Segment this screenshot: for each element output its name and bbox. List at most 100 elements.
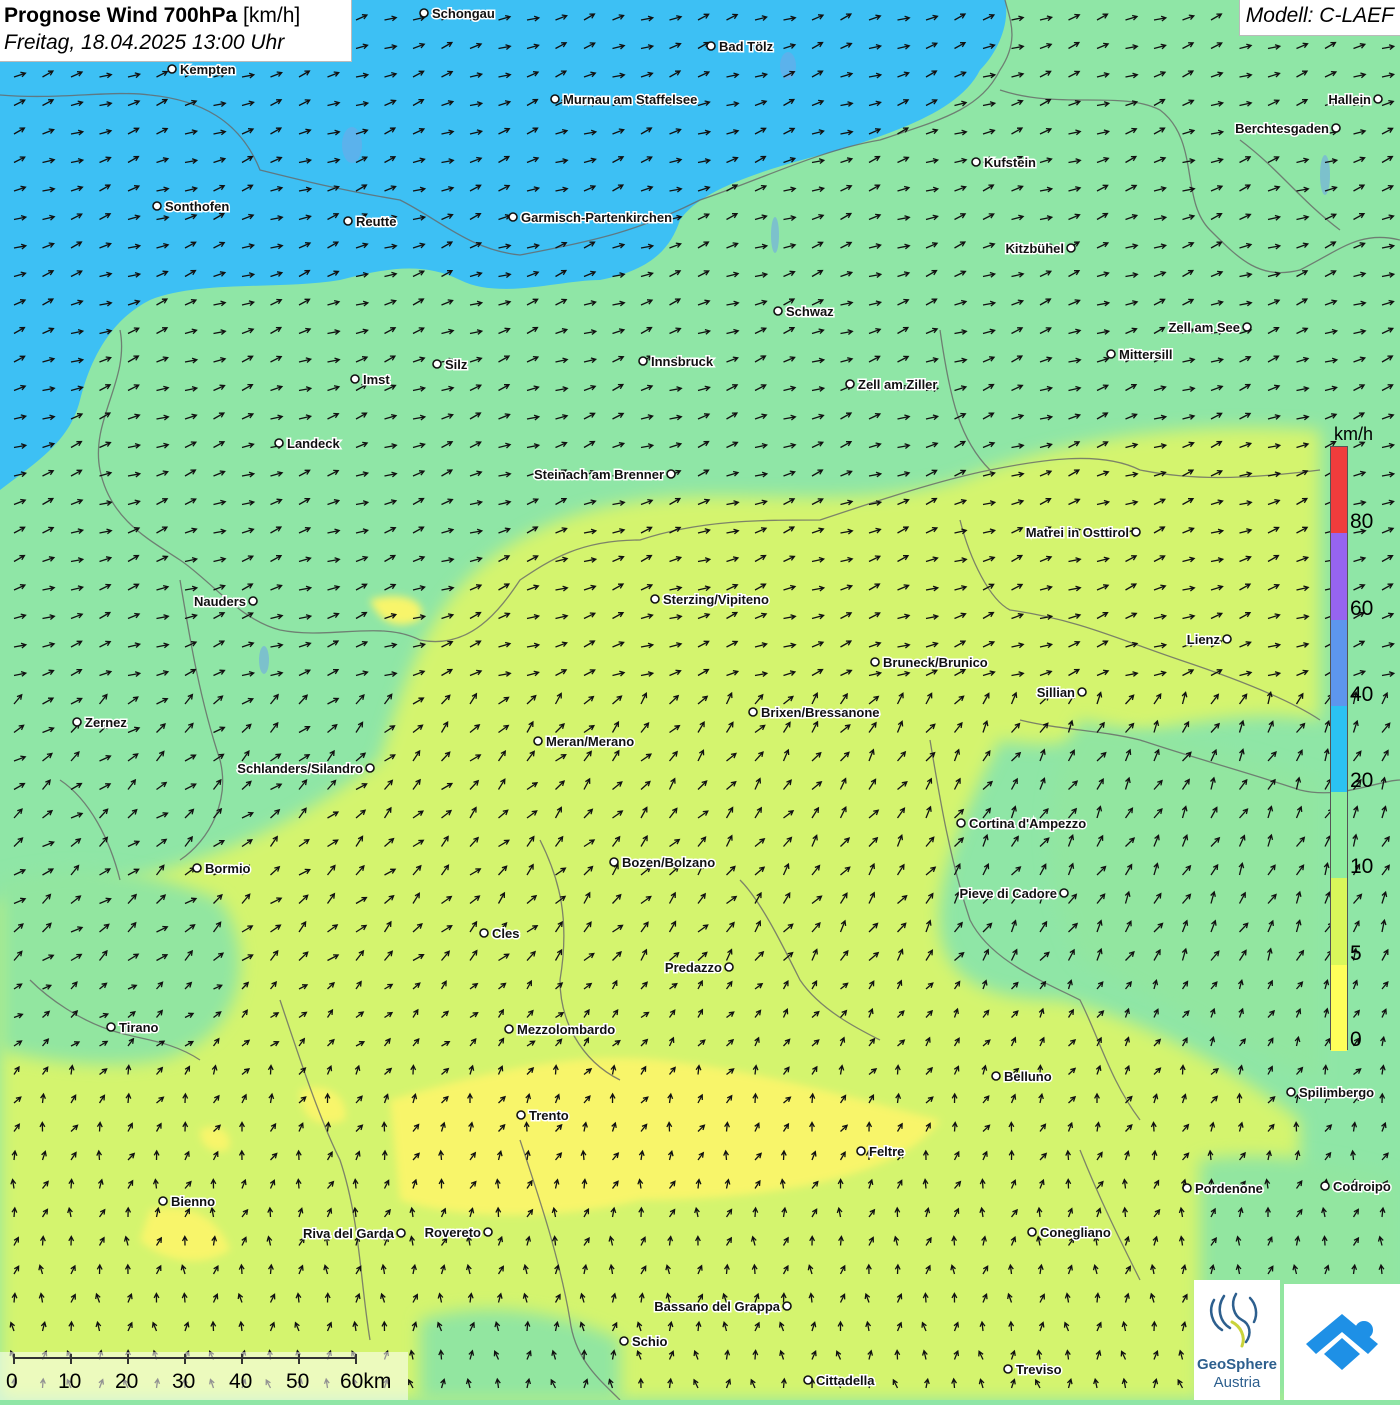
model-label: Modell: C-LAEF [1238, 0, 1400, 36]
city-label: Bienno [171, 1194, 215, 1209]
city-label: Schongau [432, 6, 495, 21]
city-marker[interactable]: Zell am Ziller [845, 376, 939, 394]
map-title-box: Prognose Wind 700hPa [km/h] Freitag, 18.… [0, 0, 352, 62]
city-marker[interactable]: Sonthofen [152, 198, 231, 216]
city-dot [956, 818, 966, 828]
legend-label: 60 [1350, 596, 1374, 620]
city-marker[interactable]: Berchtesgaden [1234, 120, 1341, 138]
city-label: Berchtesgaden [1235, 121, 1329, 136]
map-title: Prognose Wind 700hPa [km/h] [4, 4, 301, 27]
city-dot [991, 1071, 1001, 1081]
city-marker[interactable]: Conegliano [1027, 1224, 1112, 1242]
city-marker[interactable]: Bassano del Grappa [653, 1298, 792, 1316]
city-dot [158, 1196, 168, 1206]
legend-band [1331, 619, 1347, 706]
legend-band [1331, 964, 1347, 1051]
city-label: Feltre [869, 1144, 904, 1159]
city-dot [1027, 1227, 1037, 1237]
city-marker[interactable]: Bozen/Bolzano [609, 854, 717, 872]
city-label: Pieve di Cadore [959, 886, 1057, 901]
city-dot [274, 438, 284, 448]
city-label: Zernez [85, 715, 127, 730]
city-marker[interactable]: Innsbruck [638, 353, 715, 371]
city-label: Brixen/Bressanone [761, 705, 880, 720]
city-label: Matrei in Osttirol [1026, 525, 1129, 540]
legend-label: 0 [1350, 1028, 1362, 1051]
city-marker[interactable]: Pieve di Cadore [958, 885, 1069, 903]
city-dot [167, 64, 177, 74]
city-dot [1373, 94, 1383, 104]
city-marker[interactable]: Riva del Garda [301, 1225, 406, 1243]
city-dot [152, 201, 162, 211]
city-label: Bruneck/Brunico [883, 655, 988, 670]
city-marker[interactable]: Murnau am Staffelsee [550, 91, 699, 109]
city-dot [432, 359, 442, 369]
legend-band [1331, 447, 1347, 534]
city-marker[interactable]: Brixen/Bressanone [748, 704, 881, 722]
city-label: Conegliano [1040, 1225, 1111, 1240]
city-marker[interactable]: Bruneck/Brunico [870, 654, 989, 672]
scale-bar: 0 10 20 30 40 50 60km [0, 1352, 408, 1400]
city-label: Landeck [287, 436, 341, 451]
legend-label: 80 [1350, 510, 1374, 534]
scale-label: 40 [229, 1370, 253, 1393]
city-dot [650, 594, 660, 604]
city-label: Nauders [194, 594, 246, 609]
legend-label: 10 [1350, 855, 1374, 879]
legend-unit: km/h [1334, 424, 1374, 444]
city-marker[interactable]: Cortina d'Ampezzo [956, 815, 1088, 833]
city-label: Murnau am Staffelsee [563, 92, 697, 107]
city-label: Belluno [1004, 1069, 1052, 1084]
city-dot [1066, 243, 1076, 253]
geosphere-logo[interactable]: GeoSphere Austria [1194, 1280, 1280, 1400]
city-dot [516, 1110, 526, 1120]
city-dot [870, 657, 880, 667]
scale-label: 20 [115, 1370, 139, 1393]
scale-label: 50 [286, 1370, 310, 1393]
city-dot [1320, 1181, 1330, 1191]
city-label: Codroipo [1333, 1179, 1391, 1194]
city-label: Sterzing/Vipiteno [663, 592, 769, 607]
city-marker[interactable]: Sterzing/Vipiteno [650, 591, 770, 609]
logo-text-line2: Austria [1213, 1374, 1261, 1391]
city-marker[interactable]: Meran/Merano [533, 733, 636, 751]
city-dot [350, 374, 360, 384]
city-dot [508, 212, 518, 222]
city-marker[interactable]: Steinach am Brenner [532, 466, 676, 484]
city-dot [365, 763, 375, 773]
city-dot [1106, 349, 1116, 359]
city-label: Silz [445, 357, 468, 372]
city-label: Zell am Ziller [858, 377, 937, 392]
app-logo[interactable] [1284, 1284, 1400, 1400]
city-label: Innsbruck [651, 354, 714, 369]
city-label: Sillian [1037, 685, 1075, 700]
legend-band [1331, 705, 1347, 793]
city-label: Reutte [356, 214, 396, 229]
wind-map[interactable]: Schongau Bad Tölz Kempten Murnau am Staffel… [0, 0, 1400, 1400]
city-marker[interactable]: Matrei in Osttirol [1024, 524, 1141, 542]
city-label: Kitzbühel [1006, 241, 1065, 256]
city-marker[interactable]: Spilimbergo [1286, 1084, 1376, 1102]
city-dot [192, 863, 202, 873]
city-dot [479, 928, 489, 938]
legend-label: 5 [1350, 941, 1362, 965]
city-dot [1331, 123, 1341, 133]
scale-label: 10 [58, 1370, 82, 1393]
city-label: Kufstein [984, 155, 1036, 170]
city-label: Hallein [1328, 92, 1371, 107]
city-label: Trento [529, 1108, 569, 1123]
legend-color-bar [1330, 446, 1348, 1051]
city-marker[interactable]: Schlanders/Silandro [236, 760, 375, 778]
app-logo-icon [1306, 1314, 1378, 1370]
city-marker[interactable]: Zell am See [1167, 319, 1252, 337]
legend-band [1331, 533, 1347, 620]
city-marker[interactable]: Garmisch-Partenkirchen [508, 209, 674, 227]
city-marker[interactable]: Pordenone [1182, 1180, 1264, 1198]
city-dot [248, 596, 258, 606]
city-label: Steinach am Brenner [534, 467, 664, 482]
city-marker[interactable]: Mezzolombardo [504, 1021, 617, 1039]
city-label: Bassano del Grappa [654, 1299, 780, 1314]
city-label: Cortina d'Ampezzo [969, 816, 1086, 831]
city-marker[interactable]: Schongau [419, 5, 496, 23]
legend-band [1331, 878, 1347, 965]
